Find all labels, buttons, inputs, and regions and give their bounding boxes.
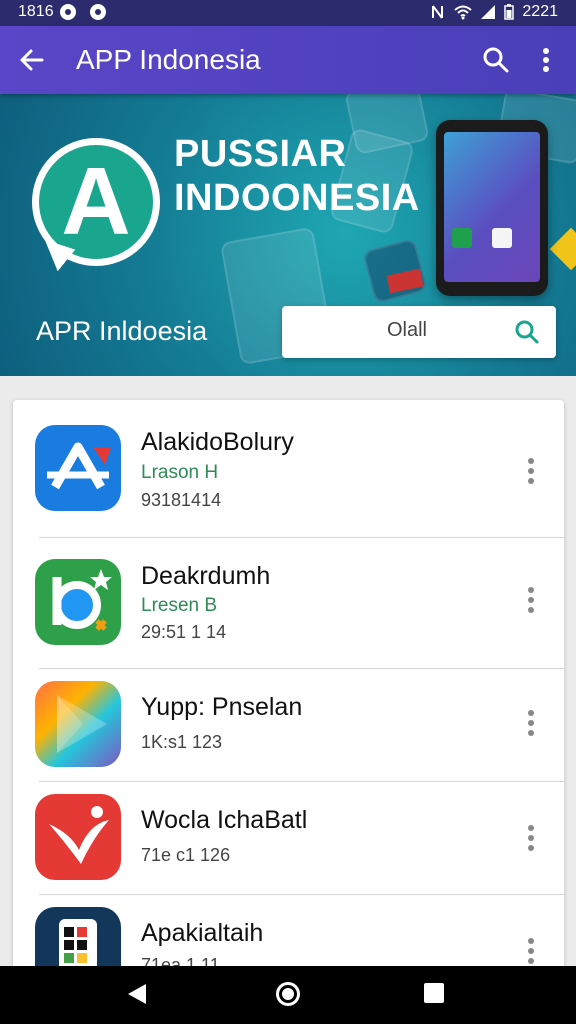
app-logo-letter: A [61,148,131,255]
more-vert-icon[interactable] [523,457,539,485]
status-time: 1816 [18,3,54,20]
list-item[interactable]: AlakidoBolury Lrason H 93181414 [13,400,564,537]
nav-home-icon[interactable] [276,982,300,1006]
list-item[interactable]: Wocla IchaBatl 71e c1 126 [13,782,564,894]
list-item[interactable]: Yupp: Pnselan 1K:s1 123 [13,669,564,781]
wifi-icon [454,5,473,20]
banner-title-line1: PUSSIAR [174,133,347,175]
app-name: Yupp: Pnselan [141,693,303,721]
arrow-back-icon[interactable] [18,46,46,74]
app-subtitle: Lrason H [141,462,219,483]
phone-app-icon [452,228,472,248]
app-icon-red-bird [35,794,121,880]
app-name: Deakrdumh [141,562,271,590]
play-store-icon [492,228,512,248]
banner-title-line2: INDOONESIA [174,177,420,219]
more-vert-icon[interactable] [523,586,539,614]
app-name: Apakialtaih [141,919,264,947]
signal-icon [481,5,496,19]
page-title: APP Indonesia [76,44,261,75]
more-vert-icon[interactable] [536,46,556,74]
nav-recents-icon[interactable] [424,983,444,1003]
search-icon[interactable] [482,46,510,74]
nfc-icon [432,5,444,19]
list-item[interactable]: Deakrdumh Lresen B 29:51 1 14 [13,538,564,668]
app-meta: 71e c1 126 [141,845,231,865]
search-query[interactable]: Olall [282,319,532,342]
app-bar: APP Indonesia [0,26,576,94]
app-meta: 93181414 [141,490,222,510]
battery-level: 2221 [522,3,558,20]
decorative-diamond [549,227,576,271]
more-vert-icon[interactable] [523,824,539,852]
app-subtitle: Lresen B [141,595,218,616]
app-meta: 1K:s1 123 [141,732,223,752]
notification-icon-2 [89,4,106,20]
app-list-card: AlakidoBolury Lrason H 93181414 Deakrdum… [13,400,564,1000]
banner-title: PUSSIAR INDOONESIA [174,132,420,220]
search-icon[interactable] [514,319,540,345]
notification-icon [59,4,76,20]
app-icon-play-triangle [35,681,121,767]
nav-back-icon[interactable] [126,982,148,1006]
battery-icon [504,4,515,20]
hero-banner: A PUSSIAR INDOONESIA APR Inldoesia Olall [0,94,576,376]
app-icon-blue-a [35,425,121,511]
navigation-bar [0,966,576,1024]
app-name: Wocla IchaBatl [141,806,308,834]
status-bar: 1816 2221 [0,0,576,26]
app-icon-green-b [35,559,121,645]
app-name: AlakidoBolury [141,428,294,456]
banner-search-field[interactable]: Olall [282,306,556,358]
banner-subtitle: APR Inldoesia [36,316,208,346]
phone-screen [444,132,540,282]
phone-illustration [436,120,548,296]
more-vert-icon[interactable] [523,937,539,965]
more-vert-icon[interactable] [523,709,539,737]
app-meta: 29:51 1 14 [141,622,227,642]
